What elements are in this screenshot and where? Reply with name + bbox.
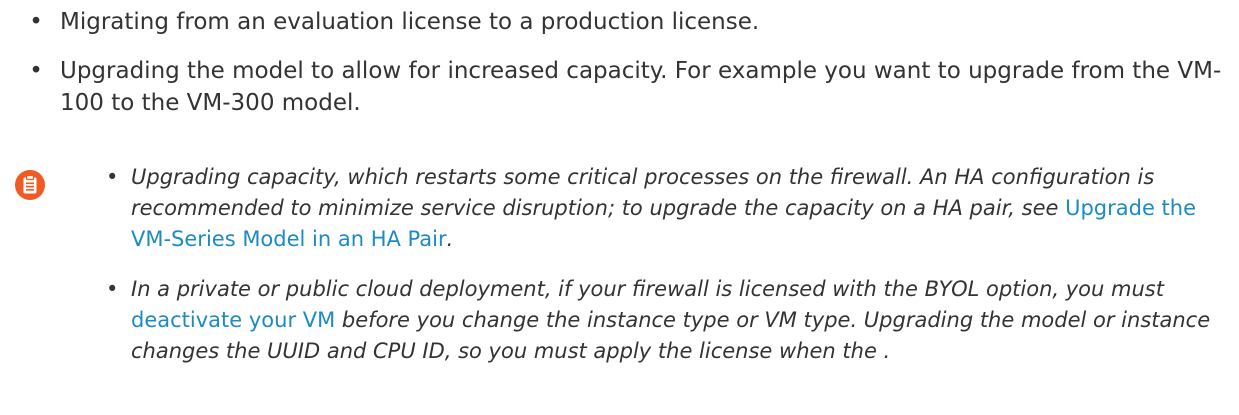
bullet-list: • Migrating from an evaluation license t…	[24, 6, 1234, 136]
bullet-dot: •	[106, 165, 119, 189]
note-text: Upgrading capacity, which restarts some …	[131, 165, 1155, 220]
list-item-text: Upgrading the model to allow for increas…	[60, 58, 1222, 116]
note-text-end: .	[446, 227, 454, 251]
clipboard-note-icon	[15, 170, 45, 200]
list-item: • Upgrading the model to allow for incre…	[24, 55, 1234, 119]
list-item: • Migrating from an evaluation license t…	[24, 6, 1234, 38]
bullet-dot: •	[29, 9, 43, 35]
deactivate-vm-link[interactable]: deactivate your VM	[131, 308, 335, 332]
note-text: In a private or public cloud deployment,…	[131, 277, 1164, 301]
note-item: • Upgrading capacity, which restarts som…	[106, 162, 1231, 255]
list-item-text: Migrating from an evaluation license to …	[60, 9, 760, 35]
note-item: • In a private or public cloud deploymen…	[106, 274, 1231, 367]
note-list: • Upgrading capacity, which restarts som…	[106, 162, 1231, 386]
bullet-dot: •	[29, 58, 43, 84]
bullet-dot: •	[106, 277, 119, 301]
